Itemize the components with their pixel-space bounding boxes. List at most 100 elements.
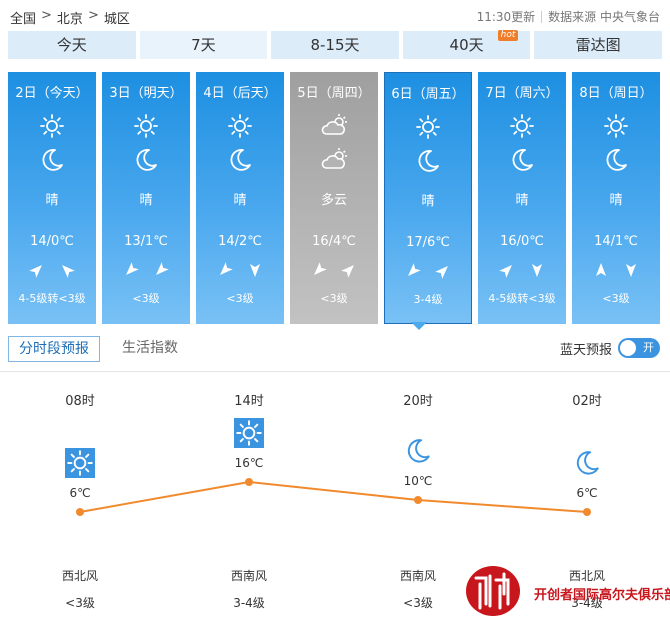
tab-40-days[interactable]: 40天 hot bbox=[402, 30, 531, 59]
hour-temperature: 10℃ bbox=[403, 474, 433, 488]
wind-direction-icon bbox=[623, 262, 639, 278]
weather-description: 晴 bbox=[421, 194, 435, 209]
tab-hourly-forecast[interactable]: 分时段预报 bbox=[8, 336, 100, 362]
weather-description: 晴 bbox=[139, 193, 153, 208]
wind-directions bbox=[572, 262, 660, 278]
breadcrumb-city[interactable]: 北京 bbox=[57, 8, 83, 27]
breadcrumb-country[interactable]: 全国 bbox=[10, 8, 36, 27]
wind-level: 4-5级转<3级 bbox=[18, 292, 86, 305]
wind-direction-icon bbox=[311, 262, 327, 278]
hour-label: 02时 bbox=[572, 394, 602, 409]
watermark: 开创者国际高尔夫俱乐部 bbox=[462, 564, 670, 620]
hour-label: 20时 bbox=[403, 394, 433, 409]
weather-description: 晴 bbox=[609, 193, 623, 208]
wind-direction-icon bbox=[59, 262, 75, 278]
temperature-range: 16/4℃ bbox=[312, 234, 356, 249]
temperature-range: 17/6℃ bbox=[406, 235, 450, 250]
partly-cloudy-icon bbox=[320, 112, 348, 140]
day-date: 7日（周六） bbox=[485, 86, 559, 101]
hour-wind-direction: 西北风 bbox=[61, 569, 98, 583]
blue-sky-toggle-group: 蓝天预报 开 bbox=[560, 338, 660, 358]
breadcrumb-separator: > bbox=[41, 8, 52, 23]
tab-label: 40天 bbox=[449, 36, 484, 54]
temperature-range: 14/1℃ bbox=[594, 234, 638, 249]
wind-direction-icon bbox=[499, 262, 515, 278]
temperature-point bbox=[245, 478, 253, 486]
temperature-line bbox=[79, 480, 588, 513]
day-date: 4日（后天） bbox=[203, 86, 277, 101]
blue-sky-label: 蓝天预报 bbox=[559, 342, 612, 358]
weather-description: 晴 bbox=[233, 193, 247, 208]
day-card[interactable]: 3日（明天） 晴 13/1℃ <3级 bbox=[102, 72, 190, 324]
tab-label: 今天 bbox=[56, 36, 87, 54]
moon-icon bbox=[414, 147, 442, 175]
day-card[interactable]: 7日（周六） 晴 16/0℃ 4-5级转<3级 bbox=[478, 72, 566, 324]
hour-label: 08时 bbox=[65, 394, 95, 409]
moon-icon bbox=[403, 436, 433, 466]
watermark-text: 开创者国际高尔夫俱乐部 bbox=[534, 588, 670, 603]
wind-direction-icon bbox=[247, 262, 263, 278]
day-date: 3日（明天） bbox=[109, 86, 183, 101]
sun-icon bbox=[414, 113, 442, 141]
tab-7-days[interactable]: 7天 bbox=[139, 31, 268, 59]
sun-icon bbox=[234, 418, 264, 448]
day-date: 2日（今天） bbox=[15, 86, 89, 101]
tab-today[interactable]: 今天 bbox=[8, 31, 136, 59]
breadcrumb: 全国 > 北京 > 城区 bbox=[10, 8, 130, 27]
day-card[interactable]: 6日（周五） 晴 17/6℃ 3-4级 bbox=[384, 72, 472, 324]
top-bar: 全国 > 北京 > 城区 11:30更新 数据来源 中央气象台 bbox=[0, 0, 670, 30]
moon-icon bbox=[602, 146, 630, 174]
day-card[interactable]: 8日（周日） 晴 14/1℃ <3级 bbox=[572, 72, 660, 324]
hour-wind-direction: 西南风 bbox=[399, 569, 436, 583]
sun-icon bbox=[508, 112, 536, 140]
wind-level: <3级 bbox=[132, 292, 160, 305]
hour-temperature: 16℃ bbox=[234, 456, 264, 470]
wind-direction-icon bbox=[405, 263, 421, 279]
temperature-point bbox=[414, 496, 422, 504]
hour-wind-direction: 西南风 bbox=[230, 569, 267, 583]
weather-description: 晴 bbox=[515, 193, 529, 208]
day-date: 8日（周日） bbox=[579, 86, 653, 101]
tab-8-15-days[interactable]: 8-15天 bbox=[271, 31, 399, 59]
tab-label: 7天 bbox=[191, 36, 216, 54]
breadcrumb-district: 城区 bbox=[103, 12, 130, 27]
wind-directions bbox=[385, 263, 471, 279]
wind-level: <3级 bbox=[602, 292, 630, 305]
day-card[interactable]: 4日（后天） 晴 14/2℃ <3级 bbox=[196, 72, 284, 324]
moon-icon bbox=[38, 146, 66, 174]
day-card[interactable]: 2日（今天） 晴 14/0℃ 4-5级转<3级 bbox=[8, 72, 96, 324]
wind-direction-icon bbox=[217, 262, 233, 278]
temperature-point bbox=[583, 508, 591, 516]
sun-icon bbox=[38, 112, 66, 140]
wind-directions bbox=[102, 262, 190, 278]
watermark-seal-logo bbox=[466, 566, 520, 616]
hot-badge: hot bbox=[497, 30, 519, 41]
tab-label: 8-15天 bbox=[310, 36, 360, 54]
hour-temperature: 6℃ bbox=[69, 486, 91, 500]
hour-wind-level: <3级 bbox=[403, 596, 433, 610]
blue-sky-toggle[interactable]: 开 bbox=[618, 338, 660, 358]
forecast-tabs: 今天 7天 8-15天 40天 hot 雷达图 bbox=[8, 30, 662, 59]
wind-direction-icon bbox=[341, 262, 357, 278]
day-card[interactable]: 5日（周四） 多云 16/4℃ <3级 bbox=[290, 72, 378, 324]
update-time: 11:30更新 bbox=[476, 10, 536, 24]
temperature-range: 13/1℃ bbox=[124, 234, 168, 249]
wind-direction-icon bbox=[435, 263, 451, 279]
temperature-point bbox=[76, 508, 84, 516]
wind-directions bbox=[290, 262, 378, 278]
moon-icon bbox=[226, 146, 254, 174]
wind-direction-icon bbox=[593, 262, 609, 278]
wind-level: <3级 bbox=[226, 292, 254, 305]
hour-label: 14时 bbox=[234, 394, 264, 409]
tab-radar[interactable]: 雷达图 bbox=[534, 31, 662, 59]
breadcrumb-separator: > bbox=[87, 8, 99, 23]
temperature-range: 14/2℃ bbox=[218, 234, 262, 249]
tab-life-index[interactable]: 生活指数 bbox=[112, 336, 188, 362]
wind-level: 4-5级转<3级 bbox=[488, 292, 556, 305]
wind-directions bbox=[8, 262, 96, 278]
toggle-state: 开 bbox=[643, 341, 654, 354]
update-meta: 11:30更新 数据来源 中央气象台 bbox=[477, 8, 660, 25]
wind-level: 3-4级 bbox=[413, 293, 443, 306]
wind-direction-icon bbox=[529, 262, 545, 278]
moon-icon bbox=[572, 448, 602, 478]
